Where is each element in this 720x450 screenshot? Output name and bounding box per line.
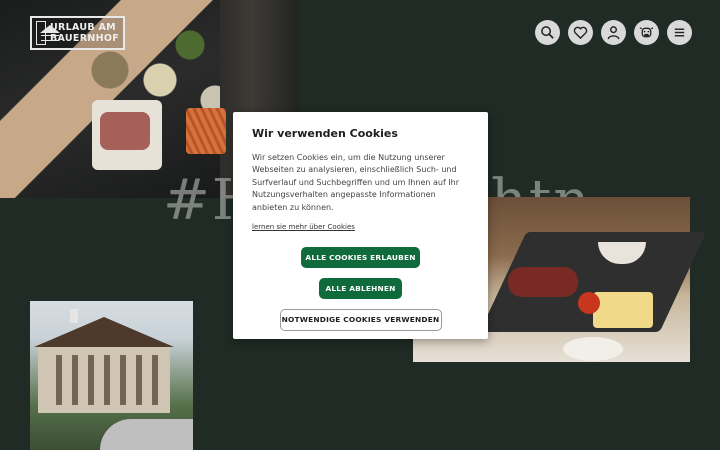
- menu-icon: [674, 28, 685, 37]
- farm-finder-button[interactable]: [634, 20, 659, 45]
- menu-button[interactable]: [667, 20, 692, 45]
- search-button[interactable]: [535, 20, 560, 45]
- cookie-dialog-text: Wir setzen Cookies ein, um die Nutzung u…: [252, 153, 460, 212]
- search-icon: [541, 26, 554, 39]
- deny-all-cookies-button[interactable]: ALLE ABLEHNEN: [319, 278, 402, 300]
- header-icon-bar: [535, 20, 692, 45]
- allow-all-cookies-button[interactable]: ALLE COOKIES ERLAUBEN: [301, 247, 420, 269]
- cow-icon: [639, 27, 654, 38]
- cookie-consent-dialog: Wir verwenden Cookies Wir setzen Cookies…: [233, 112, 488, 339]
- learn-more-cookies-link[interactable]: lernen sie mehr über Cookies: [252, 223, 355, 231]
- logo-line-1: URLAUB AM: [50, 22, 116, 33]
- necessary-cookies-button[interactable]: NOTWENDIGE COOKIES VERWENDEN: [279, 309, 442, 332]
- user-icon: [607, 26, 620, 40]
- heart-icon: [573, 26, 588, 40]
- site-logo[interactable]: URLAUB AM BAUERNHOF: [30, 16, 125, 50]
- account-button[interactable]: [601, 20, 626, 45]
- favorites-button[interactable]: [568, 20, 593, 45]
- farmhouse-photo[interactable]: [30, 301, 193, 450]
- cookie-dialog-title: Wir verwenden Cookies: [252, 127, 398, 140]
- logo-line-2: BAUERNHOF: [50, 33, 119, 44]
- farm-logo-icon: [36, 21, 60, 45]
